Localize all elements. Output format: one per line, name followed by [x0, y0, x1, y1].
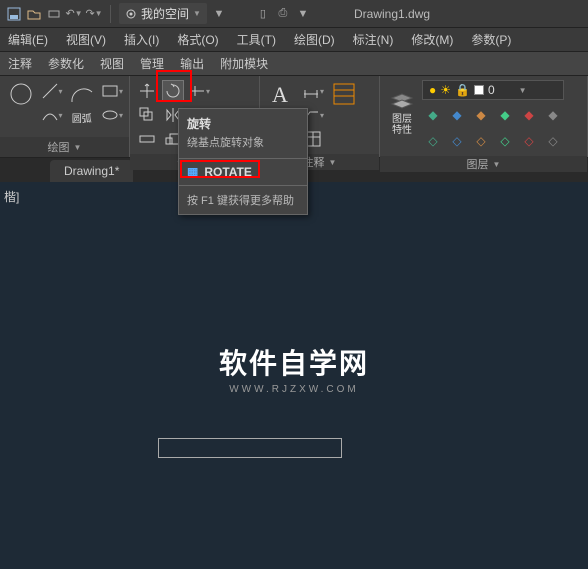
- menu-format[interactable]: 格式(O): [177, 31, 218, 48]
- menu-modify[interactable]: 修改(M): [411, 31, 453, 48]
- line-tool[interactable]: ▾: [41, 80, 63, 102]
- rect-tool[interactable]: ▾: [101, 80, 123, 102]
- layer-tool-3[interactable]: ◇: [470, 130, 492, 152]
- menu-tools[interactable]: 工具(T): [237, 31, 276, 48]
- menubar: 编辑(E) 视图(V) 插入(I) 格式(O) 工具(T) 绘图(D) 标注(N…: [0, 28, 588, 52]
- file-tab-active[interactable]: Drawing1*: [50, 160, 133, 182]
- hatch-tool[interactable]: [328, 80, 360, 128]
- panel-draw-footer[interactable]: 绘图 ▼: [0, 137, 129, 157]
- document-title: Drawing1.dwg: [354, 7, 430, 21]
- menu-draw[interactable]: 绘图(D): [294, 31, 335, 48]
- watermark-main: 软件自学网: [219, 342, 369, 382]
- highlight-rotate-button: [156, 70, 192, 102]
- tooltip-title: 旋转: [179, 109, 307, 134]
- tooltip-help: 按 F1 键获得更多帮助: [179, 186, 307, 214]
- layer-state-4[interactable]: ◆: [494, 104, 516, 126]
- menu-dimension[interactable]: 标注(N): [353, 31, 394, 48]
- tab-addins[interactable]: 附加模块: [220, 55, 268, 72]
- status-text: 楷]: [4, 188, 19, 205]
- stretch-tool[interactable]: [136, 128, 158, 150]
- device-icon[interactable]: ▯: [255, 6, 271, 22]
- menu-insert[interactable]: 插入(I): [124, 31, 159, 48]
- share-icon[interactable]: ⎙: [275, 6, 291, 22]
- separator: [110, 5, 111, 23]
- rectangle-object[interactable]: [158, 438, 342, 458]
- sun-icon: ☀: [440, 83, 451, 97]
- tab-parametric[interactable]: 参数化: [48, 55, 84, 72]
- layer-tool-5[interactable]: ◇: [518, 130, 540, 152]
- ellipse-tool[interactable]: ▾: [101, 104, 123, 126]
- panel-layers-footer[interactable]: 图层 ▼: [380, 156, 587, 172]
- layer-state-5[interactable]: ◆: [518, 104, 540, 126]
- drawing-canvas[interactable]: 楷] 软件自学网 WWW.RJZXW.COM: [0, 182, 588, 562]
- open-icon[interactable]: [26, 6, 42, 22]
- chevron-down-icon: ▼: [193, 9, 201, 18]
- layer-properties-button[interactable]: 图层 特性: [386, 92, 418, 140]
- titlebar: ↶▼ ↷▼ 我的空间 ▼ ▼ ▯ ⎙ ▼ Drawing1.dwg: [0, 0, 588, 28]
- panel-layers: 图层 特性 ● ☀ 🔒 0 ▼ ◆ ◆ ◆ ◆ ◆ ◆: [380, 76, 588, 157]
- ribbon-tabs: 注释 参数化 视图 管理 输出 附加模块: [0, 52, 588, 76]
- workspace-label: 我的空间: [141, 5, 189, 22]
- menu-edit[interactable]: 编辑(E): [8, 31, 48, 48]
- move-tool[interactable]: [136, 80, 158, 102]
- svg-text:A: A: [272, 82, 288, 107]
- workspace-dropdown[interactable]: 我的空间 ▼: [119, 3, 207, 24]
- layer-tool-1[interactable]: ◇: [422, 130, 444, 152]
- qat-customize-icon[interactable]: ▼: [211, 6, 227, 22]
- spline-tool[interactable]: ▾: [41, 104, 63, 126]
- menu-parametric[interactable]: 参数(P): [471, 31, 511, 48]
- qat-more-icon[interactable]: ▼: [295, 6, 311, 22]
- lightbulb-icon: ●: [429, 83, 436, 97]
- undo-icon[interactable]: ↶▼: [66, 6, 82, 22]
- gear-icon: [125, 8, 137, 20]
- tab-annotate[interactable]: 注释: [8, 55, 32, 72]
- tab-view[interactable]: 视图: [100, 55, 124, 72]
- highlight-rotate-command: [180, 160, 260, 178]
- copy-tool[interactable]: [136, 104, 158, 126]
- watermark-sub: WWW.RJZXW.COM: [219, 384, 369, 395]
- save-icon[interactable]: [6, 6, 22, 22]
- plot-icon[interactable]: [46, 6, 62, 22]
- layer-state-3[interactable]: ◆: [470, 104, 492, 126]
- chevron-down-icon: ▼: [519, 86, 527, 95]
- layer-name: 0: [488, 83, 495, 97]
- menu-view[interactable]: 视图(V): [66, 31, 106, 48]
- layer-dropdown[interactable]: ● ☀ 🔒 0 ▼: [422, 80, 564, 100]
- layer-tool-2[interactable]: ◇: [446, 130, 468, 152]
- circle-tool[interactable]: [6, 80, 37, 128]
- redo-icon[interactable]: ↷▼: [86, 6, 102, 22]
- tooltip-description: 绕基点旋转对象: [179, 134, 307, 158]
- lock-icon: 🔒: [455, 83, 470, 97]
- layer-properties-label: 图层 特性: [392, 114, 412, 136]
- layer-color-swatch: [474, 85, 484, 95]
- layer-tool-6[interactable]: ◇: [542, 130, 564, 152]
- panel-draw: ▾ ▾ 圆弧 ▾ ▾ 绘图 ▼: [0, 76, 130, 157]
- dimension-tool[interactable]: ▾: [302, 80, 324, 102]
- watermark: 软件自学网 WWW.RJZXW.COM: [219, 342, 369, 395]
- arc-label: 圆弧: [72, 110, 92, 125]
- layer-state-2[interactable]: ◆: [446, 104, 468, 126]
- layer-tool-4[interactable]: ◇: [494, 130, 516, 152]
- layer-state-6[interactable]: ◆: [542, 104, 564, 126]
- arc-tool[interactable]: 圆弧: [67, 80, 98, 128]
- layer-state-1[interactable]: ◆: [422, 104, 444, 126]
